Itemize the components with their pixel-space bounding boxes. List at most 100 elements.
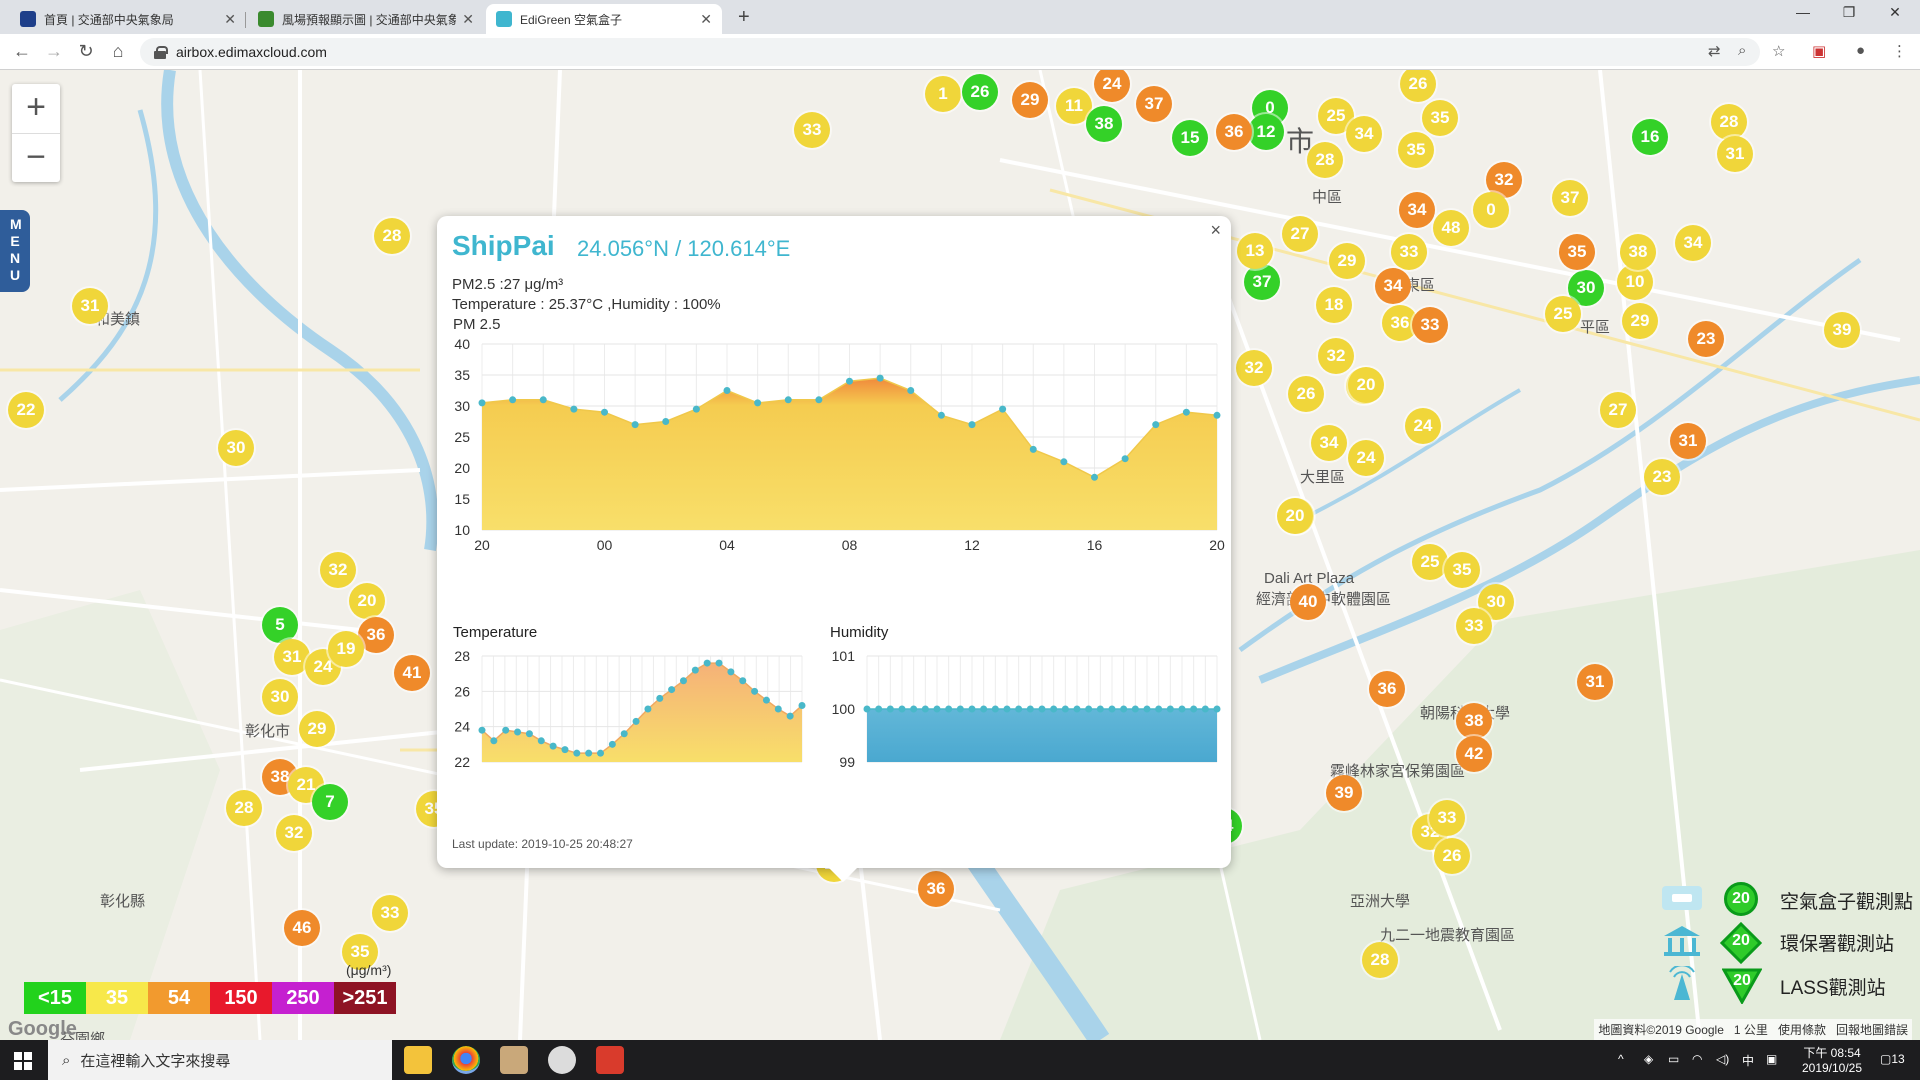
back-icon[interactable]: ← [10,41,34,62]
sensor-marker[interactable]: 38 [1456,703,1492,739]
tray-shield-icon[interactable]: ◈ [1644,1052,1653,1066]
sensor-marker[interactable]: 31 [1670,423,1706,459]
sensor-marker[interactable]: 25 [1545,296,1581,332]
zoom-icon[interactable]: ⌕ [1738,42,1746,59]
tab-wind-forecast[interactable]: 風場預報顯示圖 | 交通部中央氣象局 ✕ [248,4,484,34]
sensor-marker[interactable]: 25 [1412,544,1448,580]
sensor-marker[interactable]: 27 [1282,216,1318,252]
sensor-marker[interactable]: 20 [1348,367,1384,403]
sensor-marker[interactable]: 39 [1326,775,1362,811]
sensor-marker[interactable]: 28 [1711,104,1747,140]
sensor-marker[interactable]: 26 [962,74,998,110]
sensor-marker[interactable]: 31 [1717,136,1753,172]
sensor-marker[interactable]: 28 [1307,142,1343,178]
sensor-marker[interactable]: 33 [794,112,830,148]
sensor-marker[interactable]: 33 [372,895,408,931]
report-map-error-link[interactable]: 回報地圖錯誤 [1836,1023,1908,1037]
sensor-marker[interactable]: 20 [1277,498,1313,534]
translate-icon[interactable]: ⇄ [1708,42,1721,60]
sensor-marker[interactable]: 24 [1405,408,1441,444]
battery-icon[interactable]: ▭ [1668,1052,1679,1066]
app-icon[interactable] [548,1046,576,1074]
sensor-marker[interactable]: 30 [218,430,254,466]
new-tab-icon[interactable]: + [738,6,750,29]
sensor-marker[interactable]: 28 [1362,942,1398,978]
sensor-marker[interactable]: 24 [1348,440,1384,476]
sensor-marker[interactable]: 32 [320,552,356,588]
notification-icon[interactable]: ▢13 [1880,1052,1905,1066]
app-icon[interactable] [500,1046,528,1074]
extension-icon[interactable]: ▣ [1812,42,1826,60]
sensor-marker[interactable]: 27 [1600,392,1636,428]
sensor-marker[interactable]: 5 [262,607,298,643]
sensor-marker[interactable]: 16 [1632,119,1668,155]
sensor-marker[interactable]: 42 [1456,736,1492,772]
sensor-marker[interactable]: 30 [262,679,298,715]
reload-icon[interactable]: ↻ [74,41,98,62]
sensor-marker[interactable]: 19 [328,631,364,667]
window-close-icon[interactable]: ✕ [1872,4,1918,21]
home-icon[interactable]: ⌂ [106,41,130,62]
ime-indicator[interactable]: 中 [1742,1052,1754,1069]
sensor-marker[interactable]: 32 [276,815,312,851]
sensor-marker[interactable]: 23 [1644,459,1680,495]
sensor-marker[interactable]: 38 [1086,106,1122,142]
sensor-marker[interactable]: 7 [312,784,348,820]
windows-start-icon[interactable] [14,1052,32,1070]
sensor-marker[interactable]: 12 [1248,114,1284,150]
sensor-marker[interactable]: 40 [1290,584,1326,620]
sensor-marker[interactable]: 35 [1422,100,1458,136]
sensor-marker[interactable]: 33 [1412,307,1448,343]
sensor-marker[interactable]: 23 [1688,321,1724,357]
sensor-marker[interactable]: 33 [1456,608,1492,644]
sensor-marker[interactable]: 32 [1236,350,1272,386]
app-icon[interactable] [596,1046,624,1074]
sensor-marker[interactable]: 38 [1620,234,1656,270]
sensor-marker[interactable]: 32 [1318,338,1354,374]
minimize-icon[interactable]: — [1780,4,1826,20]
map-canvas[interactable]: 和美鎮 大里區 中區 東區 霧峰林家宮保第園區 亞洲大學 九二一地震教育園區 彰… [0,70,1920,1040]
sensor-marker[interactable]: 15 [1172,120,1208,156]
sensor-marker[interactable]: 18 [1316,287,1352,323]
sensor-marker[interactable]: 22 [8,392,44,428]
forward-icon[interactable]: → [42,41,66,62]
menu-button[interactable]: MENU [0,210,30,292]
sensor-marker[interactable]: 33 [1391,234,1427,270]
sensor-marker[interactable]: 36 [1216,114,1252,150]
sensor-marker[interactable]: 34 [1346,116,1382,152]
close-icon[interactable]: ✕ [462,11,474,28]
sensor-marker[interactable]: 35 [1444,552,1480,588]
sensor-marker[interactable]: 29 [1329,243,1365,279]
sensor-marker[interactable]: 26 [1288,376,1324,412]
sensor-marker[interactable]: 29 [299,711,335,747]
sensor-marker[interactable]: 28 [374,218,410,254]
sensor-marker[interactable]: 41 [394,655,430,691]
sensor-marker[interactable]: 20 [349,583,385,619]
sensor-marker[interactable]: 35 [1559,234,1595,270]
sensor-marker[interactable]: 34 [1399,192,1435,228]
zoom-in-button[interactable]: + [12,84,60,133]
chrome-icon[interactable] [452,1046,480,1074]
close-icon[interactable]: ✕ [700,11,712,28]
sensor-marker[interactable]: 46 [284,910,320,946]
sensor-marker[interactable]: 0 [1473,192,1509,228]
sensor-marker[interactable]: 13 [1237,233,1273,269]
profile-icon[interactable]: ● [1856,42,1865,59]
sensor-marker[interactable]: 36 [918,871,954,907]
google-logo[interactable]: Google [8,1018,77,1040]
close-icon[interactable]: ✕ [224,11,236,28]
file-explorer-icon[interactable] [404,1046,432,1074]
ime-mode-icon[interactable]: ▣ [1766,1052,1777,1066]
popup-close-button[interactable]: × [1210,220,1221,241]
sensor-marker[interactable]: 31 [1577,664,1613,700]
sensor-marker[interactable]: 1 [925,76,961,112]
sensor-marker[interactable]: 34 [1675,225,1711,261]
sensor-marker[interactable]: 31 [72,288,108,324]
sensor-marker[interactable]: 26 [1434,838,1470,874]
chrome-menu-icon[interactable]: ⋮ [1892,42,1907,60]
sensor-marker[interactable]: 48 [1433,210,1469,246]
sensor-marker[interactable]: 37 [1136,86,1172,122]
sensor-marker[interactable]: 33 [1429,800,1465,836]
bookmark-star-icon[interactable]: ☆ [1772,42,1785,60]
restore-icon[interactable]: ❐ [1826,4,1872,21]
